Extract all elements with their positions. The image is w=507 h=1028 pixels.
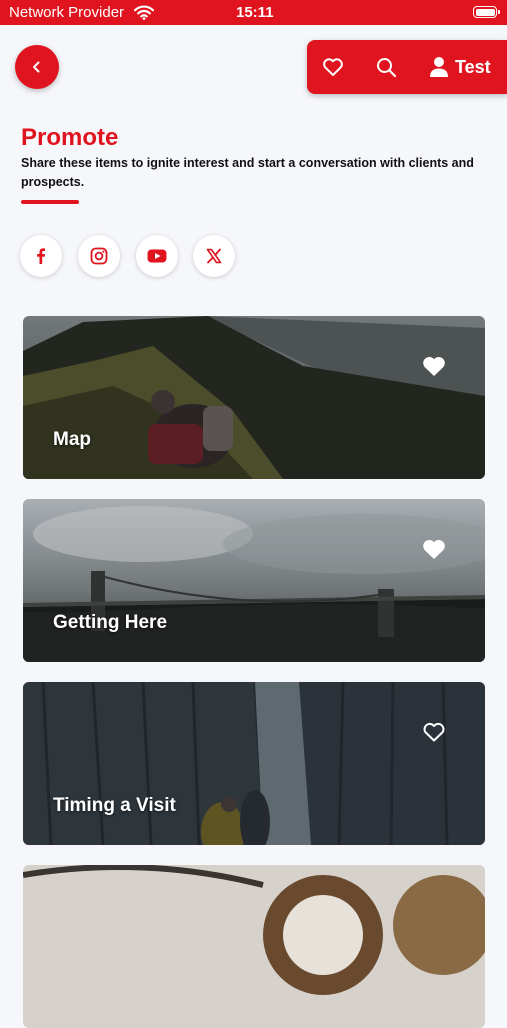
facebook-icon xyxy=(37,248,45,264)
network-provider: Network Provider xyxy=(9,4,125,21)
card-image xyxy=(23,682,485,845)
card-image xyxy=(23,316,485,479)
page-title: Promote xyxy=(21,124,119,151)
card-title: Getting Here xyxy=(53,612,168,633)
heart-filled-icon[interactable] xyxy=(421,537,447,561)
user-icon xyxy=(430,57,448,77)
top-action-bar: Test xyxy=(307,40,507,94)
status-bar: Network Provider 15:11 xyxy=(0,0,507,25)
x-share-button[interactable] xyxy=(193,235,235,277)
card-partial[interactable] xyxy=(23,865,485,1028)
instagram-icon xyxy=(90,247,108,265)
card-map[interactable]: Map xyxy=(23,316,485,479)
card-timing-a-visit[interactable]: Timing a Visit xyxy=(23,682,485,845)
battery-icon xyxy=(473,6,500,18)
youtube-icon xyxy=(147,249,167,263)
card-title: Map xyxy=(53,429,91,450)
user-name: Test xyxy=(455,56,491,77)
wifi-icon xyxy=(134,5,154,20)
user-menu[interactable]: Test xyxy=(429,54,491,80)
title-underline xyxy=(21,200,79,204)
search-icon[interactable] xyxy=(374,55,398,79)
card-image xyxy=(23,865,485,1028)
page-subtitle: Share these items to ignite interest and… xyxy=(21,156,474,189)
favorites-heart-icon[interactable] xyxy=(321,55,345,79)
x-icon xyxy=(206,248,222,264)
card-image xyxy=(23,499,485,662)
youtube-share-button[interactable] xyxy=(136,235,178,277)
clock: 15:11 xyxy=(236,4,274,21)
card-getting-here[interactable]: Getting Here xyxy=(23,499,485,662)
heart-filled-icon[interactable] xyxy=(421,354,447,378)
card-title: Timing a Visit xyxy=(53,795,176,816)
back-button[interactable] xyxy=(15,45,59,89)
heart-outline-icon[interactable] xyxy=(421,720,447,744)
facebook-share-button[interactable] xyxy=(20,235,62,277)
chevron-left-icon xyxy=(33,61,40,73)
instagram-share-button[interactable] xyxy=(78,235,120,277)
